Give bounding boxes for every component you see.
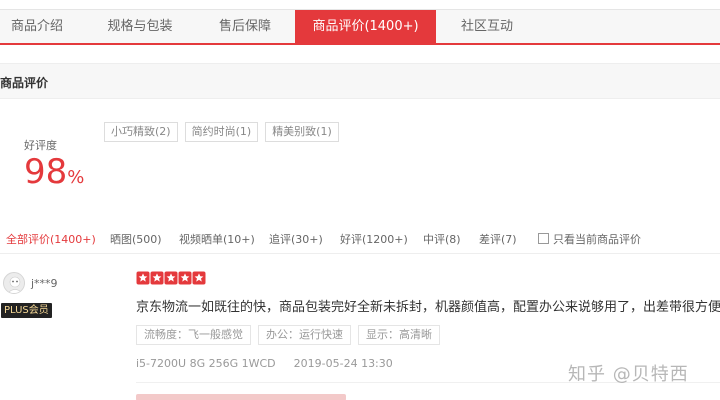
review-tag[interactable]: 小巧精致(2)	[104, 122, 178, 142]
only-current-checkbox[interactable]	[538, 233, 549, 244]
plus-member-badge: PLUS会员	[1, 303, 52, 318]
tab-reviews[interactable]: 商品评价(1400+)	[295, 10, 436, 44]
section-title: 商品评价	[0, 76, 49, 90]
username: j***9	[31, 277, 58, 290]
review-tags: 小巧精致(2) 简约时尚(1) 精美别致(1)	[104, 122, 346, 142]
tab-after-sales[interactable]: 售后保障	[206, 10, 284, 44]
review-tag[interactable]: 简约时尚(1)	[184, 122, 259, 142]
filter-neutral[interactable]: 中评(8)	[423, 231, 461, 247]
only-current-label: 只看当前商品评价	[553, 233, 641, 246]
review-meta: i5-7200U 8G 256G 1WCD 2019-05-24 13:30	[136, 357, 411, 370]
star-icon	[164, 271, 178, 285]
star-icon	[150, 271, 164, 285]
star-icon	[136, 271, 150, 285]
star-icon	[192, 271, 206, 285]
filter-positive[interactable]: 好评(1200+)	[340, 231, 408, 247]
review-tag[interactable]: 精美别致(1)	[265, 122, 339, 142]
tab-community[interactable]: 社区互动	[448, 10, 526, 44]
product-spec: i5-7200U 8G 256G 1WCD	[136, 357, 276, 370]
rating-unit: %	[67, 167, 85, 188]
rating-label: 好评度	[24, 139, 57, 152]
filter-followup[interactable]: 追评(30+)	[269, 231, 323, 247]
filter-videos[interactable]: 视频晒单(10+)	[179, 231, 255, 247]
star-rating	[136, 271, 206, 285]
watermark: 知乎 @贝特西	[568, 364, 689, 385]
review-attribute: 流畅度：飞一般感觉	[136, 325, 251, 345]
rating-value: 98%	[24, 152, 84, 198]
filter-negative[interactable]: 差评(7)	[479, 231, 517, 247]
section-header: 商品评价	[0, 63, 720, 99]
star-icon	[178, 271, 192, 285]
review-text: 京东物流一如既往的快，商品包装完好全新未拆封，机器颜值高，配置办公来说够用了，出…	[136, 300, 720, 315]
only-current-option: 只看当前商品评价	[538, 231, 641, 247]
product-tab-bar: 商品介绍 规格与包装 售后保障 商品评价(1400+) 社区互动	[0, 9, 720, 45]
next-review-preview	[136, 394, 346, 400]
review-date: 2019-05-24 13:30	[293, 357, 393, 370]
review-attribute: 办公：运行快速	[258, 325, 351, 345]
filter-photos[interactable]: 晒图(500)	[110, 231, 162, 247]
review-attributes: 流畅度：飞一般感觉 办公：运行快速 显示：高清晰	[136, 325, 447, 345]
tab-product-intro[interactable]: 商品介绍	[0, 10, 74, 44]
tab-specs[interactable]: 规格与包装	[96, 10, 184, 44]
review-attribute: 显示：高清晰	[358, 325, 440, 345]
rating-number: 98	[24, 152, 68, 192]
filter-all[interactable]: 全部评价(1400+)	[6, 231, 96, 247]
review-filter-bar: 全部评价(1400+) 晒图(500) 视频晒单(10+) 追评(30+) 好评…	[0, 224, 720, 254]
avatar[interactable]	[3, 272, 25, 294]
